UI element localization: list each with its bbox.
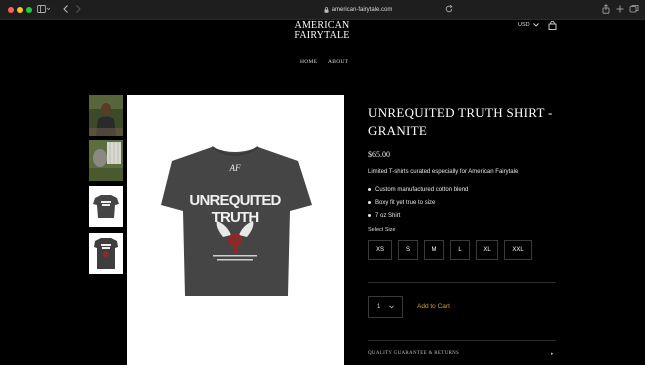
size-options: XS S M L XL XXL: [368, 240, 532, 260]
quantity-selector[interactable]: 1: [368, 296, 403, 318]
feature-text: 7 oz Shirt: [375, 212, 401, 219]
thumbnail-photo-yard: [89, 140, 123, 181]
shirt-logo: AF: [229, 163, 241, 173]
size-option-l[interactable]: L: [450, 240, 470, 260]
list-item: 7 oz Shirt: [368, 209, 468, 222]
chevron-down-icon: [389, 305, 394, 309]
lock-icon: [324, 6, 329, 13]
product-description: Limited T-shirts curated especially for …: [368, 169, 519, 175]
size-option-s[interactable]: S: [398, 240, 418, 260]
product-price: $65.00: [368, 150, 390, 159]
nav-home[interactable]: HOME: [300, 59, 317, 65]
tab-overview-icon[interactable]: [629, 4, 639, 14]
add-to-cart-button[interactable]: Add to Cart: [417, 303, 450, 310]
thumbnail-3[interactable]: [89, 186, 123, 227]
thumbnail-4[interactable]: [89, 233, 123, 274]
logo-line-2: FAIRYTALE: [294, 30, 350, 41]
back-icon[interactable]: [61, 4, 71, 14]
divider: [368, 282, 556, 283]
nav-about[interactable]: ABOUT: [328, 59, 348, 65]
currency-selector[interactable]: USD: [518, 22, 539, 28]
quantity-value: 1: [377, 304, 381, 310]
feature-text: Custom manufactured cotton blend: [375, 186, 469, 193]
size-label: Select Size: [368, 227, 396, 233]
feature-text: Boxy fit yet true to size: [375, 199, 436, 206]
thumbnail-1[interactable]: [89, 95, 123, 136]
thumbnail-shirt-folded: [89, 233, 123, 274]
shirt-illustration: AF UNREQUITED TRUTH: [127, 95, 344, 365]
quality-guarantee-link[interactable]: QUALITY GUARANTEE & RETURNS: [368, 351, 459, 356]
cart-icon[interactable]: [548, 21, 557, 30]
size-option-m[interactable]: M: [424, 240, 444, 260]
product-title: UNREQUITED TRUTH SHIRT - GRANITE: [368, 105, 553, 138]
brand-logo[interactable]: AMERICAN FAIRYTALE: [292, 21, 352, 41]
size-option-xxl[interactable]: XXL: [504, 240, 532, 260]
reload-icon[interactable]: [444, 4, 454, 14]
new-tab-icon[interactable]: [615, 4, 625, 14]
address-bar[interactable]: american-fairytale.com: [258, 4, 458, 15]
thumbnail-shirt-back: [89, 186, 123, 227]
chevron-down-icon: [532, 23, 539, 27]
share-icon[interactable]: [601, 4, 611, 14]
minimize-window-button[interactable]: [17, 7, 23, 13]
list-item: Boxy fit yet true to size: [368, 196, 468, 209]
sidebar-icon[interactable]: [37, 4, 50, 14]
browser-toolbar: american-fairytale.com: [0, 0, 645, 20]
feature-list: Custom manufactured cotton blend Boxy fi…: [368, 183, 468, 222]
site-header: AMERICAN FAIRYTALE USD HOME ABOUT: [0, 19, 645, 79]
size-option-xs[interactable]: XS: [368, 240, 392, 260]
close-window-button[interactable]: [8, 7, 14, 13]
currency-label: USD: [518, 22, 530, 28]
thumbnail-photo-person: [89, 95, 123, 136]
main-product-image[interactable]: AF UNREQUITED TRUTH: [127, 95, 344, 365]
list-item: Custom manufactured cotton blend: [368, 183, 468, 196]
zoom-window-button[interactable]: [26, 7, 32, 13]
divider: [368, 340, 556, 341]
url-text: american-fairytale.com: [331, 6, 393, 13]
expand-arrow-icon[interactable]: ▸: [551, 351, 554, 357]
forward-icon[interactable]: [73, 4, 83, 14]
thumbnail-2[interactable]: [89, 140, 123, 181]
shirt-print-line-1: UNREQUITED: [189, 192, 281, 209]
size-option-xl[interactable]: XL: [476, 240, 498, 260]
